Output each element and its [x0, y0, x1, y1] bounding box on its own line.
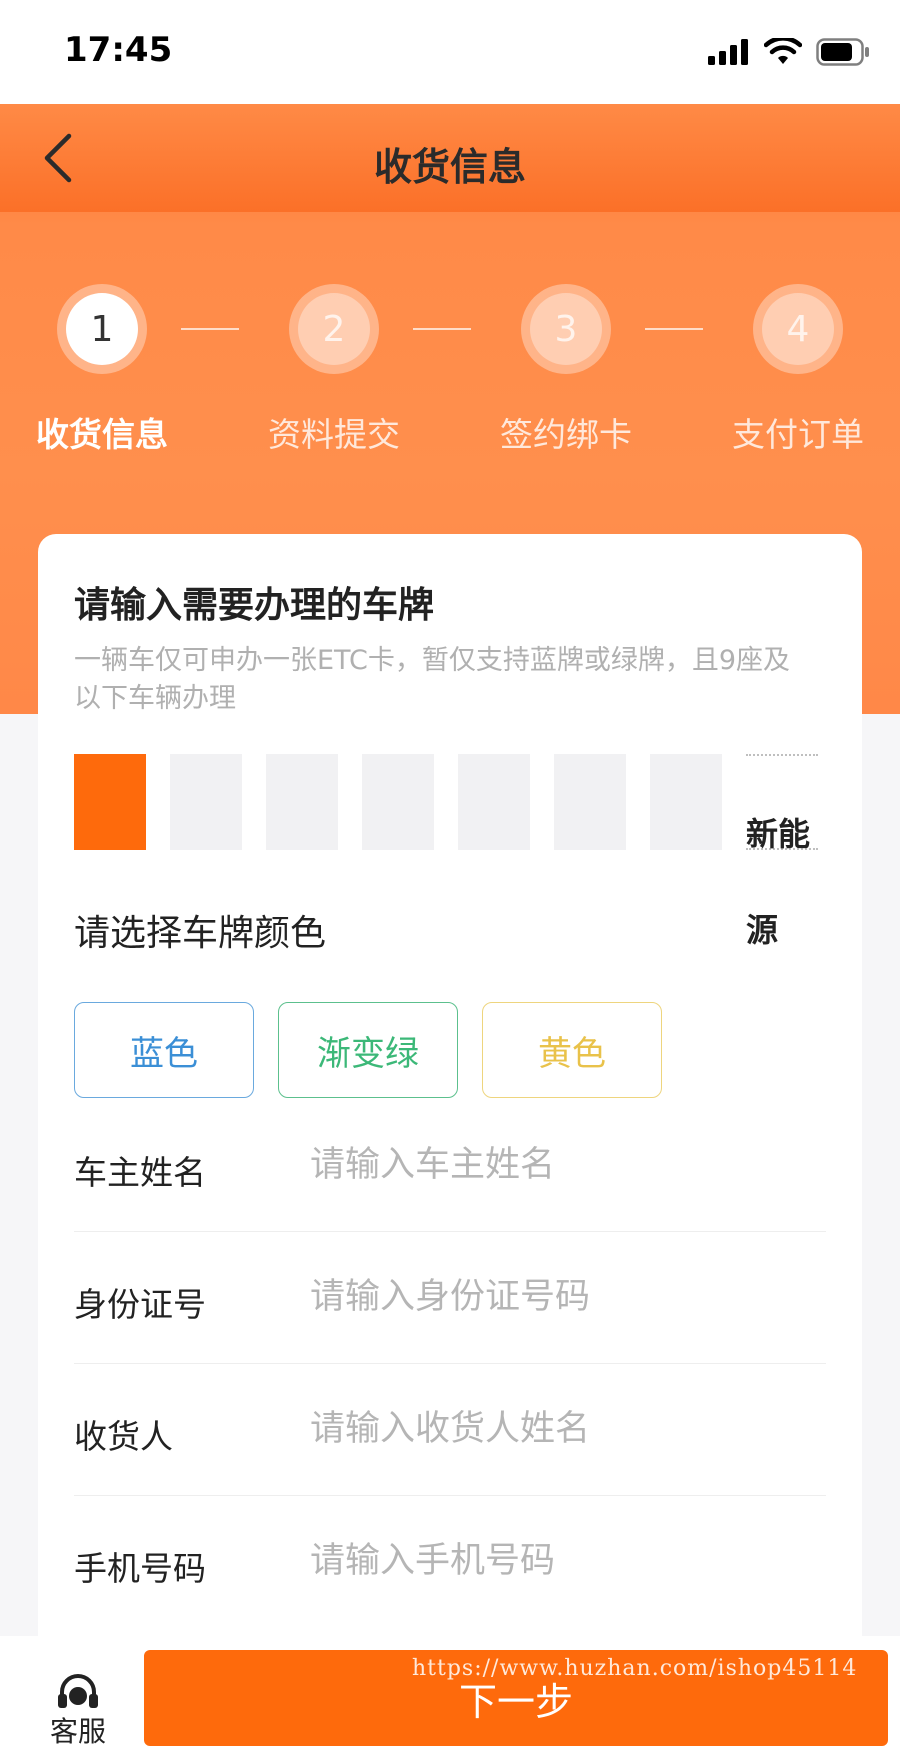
step-1: 1 收货信息 [2, 284, 202, 456]
wifi-icon [764, 38, 802, 64]
page-title: 收货信息 [373, 145, 526, 189]
id-number-label: 身份证号 [74, 1285, 206, 1324]
customer-service-label: 客服 [49, 1715, 106, 1748]
step-connector [413, 328, 471, 330]
phone-input[interactable] [310, 1526, 810, 1596]
plate-char-slot-2[interactable] [170, 754, 242, 850]
plate-input-row: 新能源 [74, 754, 854, 949]
plate-char-slot-7[interactable] [650, 754, 722, 850]
new-energy-label: 新能源 [746, 815, 811, 949]
phone-label: 手机号码 [74, 1549, 206, 1588]
form-row-id-number: 身份证号 [74, 1232, 826, 1364]
plate-char-slot-5[interactable] [458, 754, 530, 850]
step-number: 2 [298, 293, 370, 365]
step-number: 3 [530, 293, 602, 365]
progress-steps: 1 收货信息 2 资料提交 3 签约绑卡 4 支付订单 [0, 284, 900, 464]
signal-icon [708, 39, 748, 65]
plate-color-title: 请选择车牌颜色 [74, 913, 327, 954]
form-row-receiver: 收货人 [74, 1364, 826, 1496]
owner-name-input[interactable] [310, 1130, 810, 1200]
receiver-input[interactable] [310, 1394, 810, 1464]
color-option-gradient-green[interactable]: 渐变绿 [278, 1002, 458, 1098]
status-time: 17:45 [64, 30, 173, 70]
status-icons [708, 38, 870, 66]
customer-service-button[interactable]: 客服 [42, 1672, 114, 1750]
step-connector [645, 328, 703, 330]
plate-char-slot-6[interactable] [554, 754, 626, 850]
plate-section-description: 一辆车仅可申办一张ETC卡，暂仅支持蓝牌或绿牌，且9座及以下车辆办理 [74, 645, 790, 714]
battery-icon [816, 38, 869, 66]
step-number: 4 [762, 293, 834, 365]
form-row-owner-name: 车主姓名 [74, 1100, 826, 1232]
plate-section-title: 请输入需要办理的车牌 [74, 585, 435, 626]
color-option-blue[interactable]: 蓝色 [74, 1002, 254, 1098]
info-form: 车主姓名 身份证号 收货人 手机号码 [74, 1100, 826, 1628]
step-circle: 4 [753, 284, 843, 374]
step-2: 2 资料提交 [234, 284, 434, 456]
step-circle: 2 [289, 284, 379, 374]
form-row-phone: 手机号码 [74, 1496, 826, 1628]
headset-icon [58, 1674, 98, 1708]
step-label: 支付订单 [732, 415, 864, 454]
status-bar: 17:45 [0, 0, 900, 104]
plate-color-options: 蓝色 渐变绿 黄色 [74, 1002, 662, 1098]
step-4: 4 支付订单 [698, 284, 898, 456]
receiver-label: 收货人 [74, 1417, 173, 1456]
form-card: 请输入需要办理的车牌 一辆车仅可申办一张ETC卡，暂仅支持蓝牌或绿牌，且9座及以… [38, 534, 862, 1714]
step-number: 1 [66, 293, 138, 365]
step-label: 资料提交 [268, 415, 400, 454]
watermark-text: https://www.huzhan.com/ishop45114 [412, 1656, 858, 1681]
step-connector [181, 328, 239, 330]
plate-char-slot-3[interactable] [266, 754, 338, 850]
id-number-input[interactable] [310, 1262, 810, 1332]
step-label: 签约绑卡 [500, 415, 632, 454]
step-label: 收货信息 [36, 415, 168, 454]
plate-char-slot-1[interactable] [74, 754, 146, 850]
step-circle: 3 [521, 284, 611, 374]
plate-char-slot-4[interactable] [362, 754, 434, 850]
step-circle: 1 [57, 284, 147, 374]
owner-name-label: 车主姓名 [74, 1153, 206, 1192]
color-option-yellow[interactable]: 黄色 [482, 1002, 662, 1098]
nav-bar: 收货信息 [0, 104, 900, 212]
step-3: 3 签约绑卡 [466, 284, 666, 456]
bottom-action-bar: 客服 下一步 https://www.huzhan.com/ishop45114 [0, 1636, 900, 1750]
